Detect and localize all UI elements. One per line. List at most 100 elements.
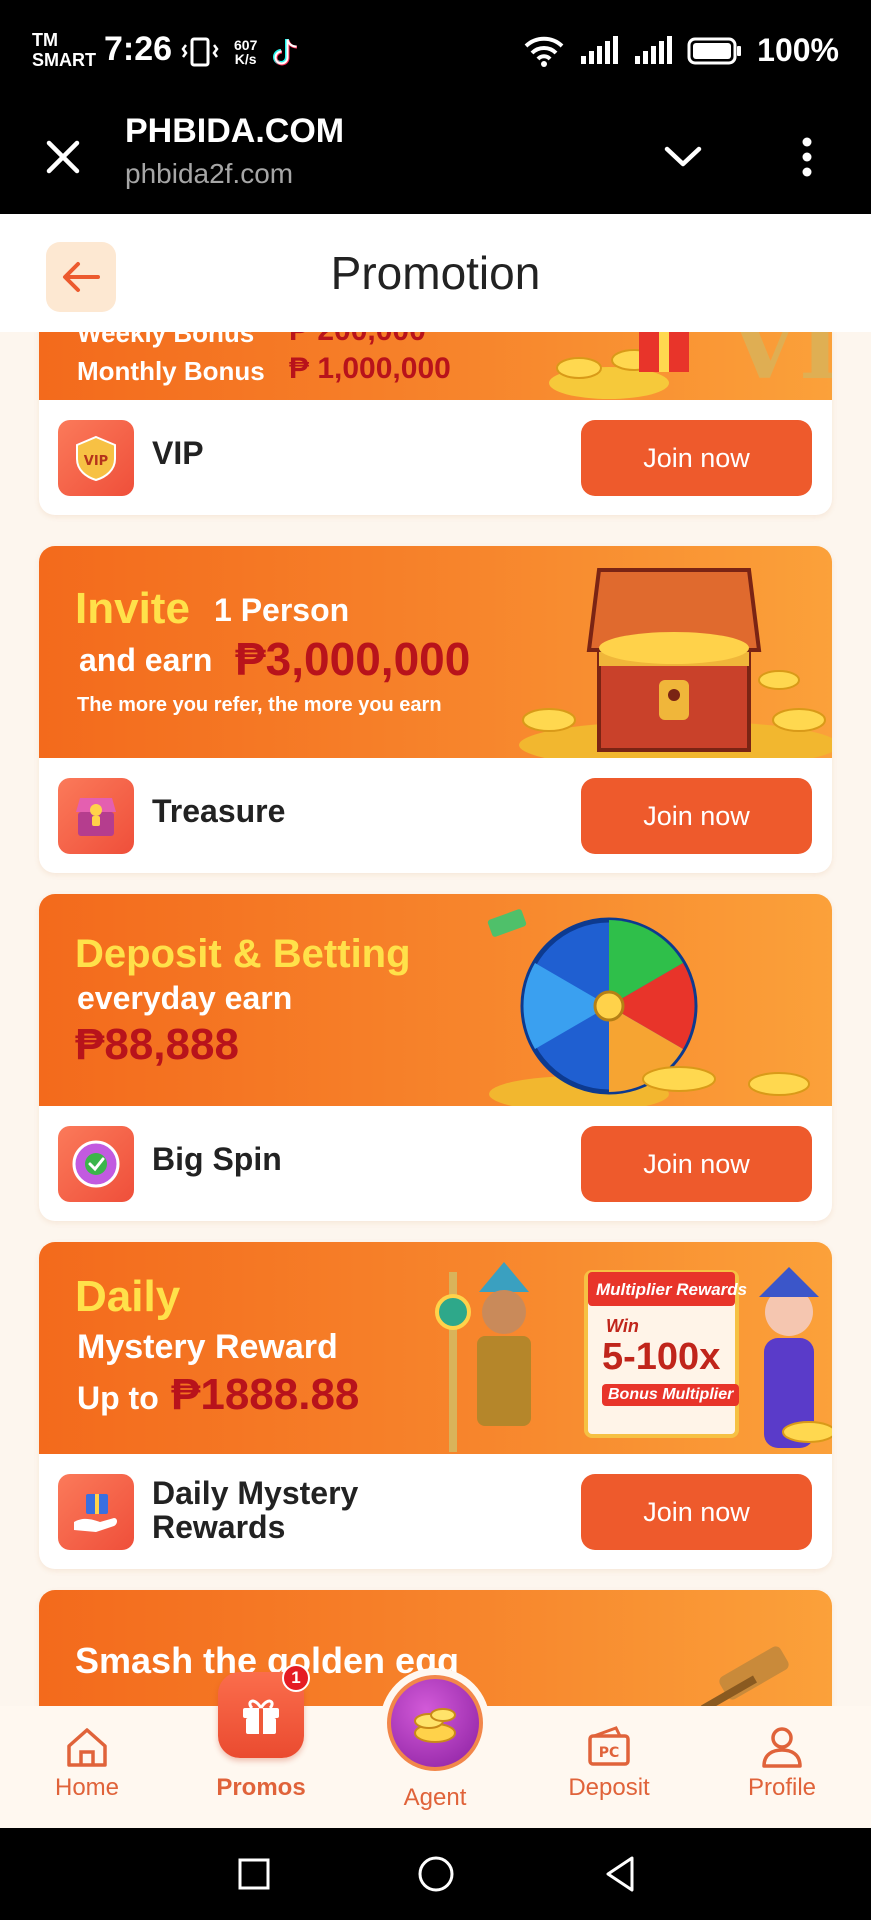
spin-wheel-icon — [58, 1126, 134, 1202]
promo-banner-big-spin[interactable]: Deposit & Betting everyday earn ₱88,888 — [39, 894, 832, 1106]
net-speed-value: 607 — [234, 37, 258, 53]
banner-text: Weekly Bonus — [77, 332, 255, 348]
close-tab-button[interactable] — [36, 130, 90, 184]
promo-name: Daily Mystery Rewards — [152, 1476, 358, 1544]
promo-card-vip: Weekly Bonus ₱ 200,000 Monthly Bonus ₱ 1… — [39, 332, 832, 515]
banner-text: Invite — [75, 584, 190, 633]
home-system-button[interactable] — [408, 1848, 464, 1900]
svg-text:VIP: VIP — [84, 454, 108, 469]
overflow-menu-button[interactable] — [780, 130, 834, 184]
status-right-icons: 100% — [523, 32, 839, 69]
gavel-art — [701, 1646, 789, 1706]
site-title: PHBIDA.COM — [125, 112, 345, 150]
status-left-icons: 607 K/s — [180, 36, 301, 68]
banner-amount: ₱88,888 — [75, 1020, 239, 1069]
banner-text: Daily — [75, 1272, 181, 1321]
system-nav-bar — [0, 1828, 871, 1920]
wifi-icon — [524, 36, 564, 67]
battery-percent: 100% — [757, 32, 839, 68]
promo-card-big-spin: Deposit & Betting everyday earn ₱88,888 — [39, 894, 832, 1221]
back-system-button[interactable] — [592, 1848, 648, 1900]
promo-card-treasure: Invite 1 Person and earn ₱3,000,000 The … — [39, 546, 832, 873]
battery-icon — [687, 37, 742, 64]
signal-icon — [581, 35, 619, 64]
vip-coins-art: VIP — [549, 332, 832, 400]
join-now-button[interactable]: Join now — [581, 1474, 812, 1550]
close-icon — [46, 140, 80, 174]
nav-promos[interactable]: Promos — [201, 1706, 321, 1828]
recents-button[interactable] — [226, 1848, 282, 1900]
treasure-icon — [58, 778, 134, 854]
expand-button[interactable] — [656, 130, 710, 184]
promo-banner-daily-mystery[interactable]: Daily Mystery Reward Up to ₱1888.88 Mult… — [39, 1242, 832, 1454]
promo-name-line2: Rewards — [152, 1509, 286, 1545]
banner-text: 1 Person — [214, 592, 350, 628]
wallet-icon: PC — [588, 1726, 630, 1766]
promo-banner-vip[interactable]: Weekly Bonus ₱ 200,000 Monthly Bonus ₱ 1… — [39, 332, 832, 400]
page-header: Promotion — [0, 214, 871, 332]
promo-banner-treasure[interactable]: Invite 1 Person and earn ₱3,000,000 The … — [39, 546, 832, 758]
nav-home[interactable]: Home — [27, 1706, 147, 1828]
multiplier-title: Multiplier Rewards — [596, 1280, 748, 1299]
signal-icon — [635, 35, 673, 64]
nav-label: Promos — [216, 1774, 306, 1801]
multiplier-win: Win — [606, 1316, 639, 1336]
tiktok-icon — [273, 39, 298, 66]
multiplier-subtitle: Bonus Multiplier — [602, 1384, 740, 1406]
banner-amount: ₱3,000,000 — [235, 633, 471, 685]
promo-card-daily-mystery: Daily Mystery Reward Up to ₱1888.88 Mult… — [39, 1242, 832, 1569]
net-speed: 607 K/s — [234, 38, 257, 66]
browser-toolbar: PHBIDA.COM phbida2f.com — [0, 100, 871, 214]
carrier-line2: SMART — [32, 50, 96, 70]
multiplier-rewards-box: Multiplier Rewards Win 5-100x Bonus Mult… — [584, 1270, 747, 1438]
more-vertical-icon — [802, 137, 812, 177]
promo-name: Treasure — [152, 793, 286, 829]
banner-amount: ₱ 200,000 — [289, 332, 426, 348]
join-now-button[interactable]: Join now — [581, 778, 812, 854]
nav-deposit[interactable]: PC Deposit — [549, 1706, 669, 1828]
svg-text:VIP: VIP — [728, 332, 832, 400]
square-icon — [238, 1858, 270, 1890]
join-now-button[interactable]: Join now — [581, 1126, 812, 1202]
banner-subtext: The more you refer, the more you earn — [77, 694, 442, 716]
promo-name: Big Spin — [152, 1141, 282, 1177]
status-bar: TM SMART 7:26 607 K/s 100% — [0, 0, 871, 100]
banner-text: and earn — [79, 642, 213, 678]
vibrate-icon — [181, 37, 219, 67]
carrier-line1: TM — [32, 30, 58, 50]
vip-badge-icon: VIP — [58, 420, 134, 496]
promo-name: VIP — [152, 435, 204, 471]
banner-text: Deposit & Betting — [75, 932, 411, 976]
chevron-down-icon — [664, 146, 702, 167]
promo-row-daily-mystery: Daily Mystery Rewards Join now — [39, 1454, 832, 1569]
multiplier-range: 5-100x — [602, 1336, 721, 1378]
page-title: Promotion — [330, 247, 541, 299]
nav-label: Profile — [747, 1774, 817, 1801]
nav-agent[interactable]: Agent — [375, 1706, 495, 1828]
svg-text:PC: PC — [599, 1745, 620, 1761]
spin-wheel-art — [487, 909, 810, 1106]
nav-label: Agent — [403, 1784, 467, 1811]
treasure-chest-art — [519, 568, 832, 758]
nav-label: Deposit — [568, 1774, 650, 1801]
banner-amount: ₱1888.88 — [171, 1370, 360, 1419]
promotion-list[interactable]: Weekly Bonus ₱ 200,000 Monthly Bonus ₱ 1… — [0, 332, 871, 1706]
circle-icon — [418, 1856, 454, 1892]
site-url[interactable]: phbida2f.com — [125, 158, 293, 190]
promos-badge: 1 — [282, 1664, 310, 1692]
jester-girl-art — [759, 1267, 832, 1448]
clock: 7:26 — [104, 30, 173, 68]
banner-text: Up to — [77, 1380, 159, 1416]
triangle-back-icon — [606, 1856, 634, 1892]
join-now-button[interactable]: Join now — [581, 420, 812, 496]
aztec-warrior-art — [435, 1262, 531, 1452]
promo-name-line1: Daily Mystery — [152, 1475, 359, 1511]
gift-hand-icon — [58, 1474, 134, 1550]
user-icon — [762, 1727, 802, 1768]
banner-text: Monthly Bonus — [77, 356, 265, 386]
promo-row-treasure: Treasure Join now — [39, 758, 832, 873]
banner-text: everyday earn — [77, 980, 293, 1016]
bottom-nav: Home 1 Promos Agent PC Deposit Profile — [0, 1664, 871, 1828]
nav-profile[interactable]: Profile — [722, 1706, 842, 1828]
net-speed-unit: K/s — [234, 51, 257, 67]
